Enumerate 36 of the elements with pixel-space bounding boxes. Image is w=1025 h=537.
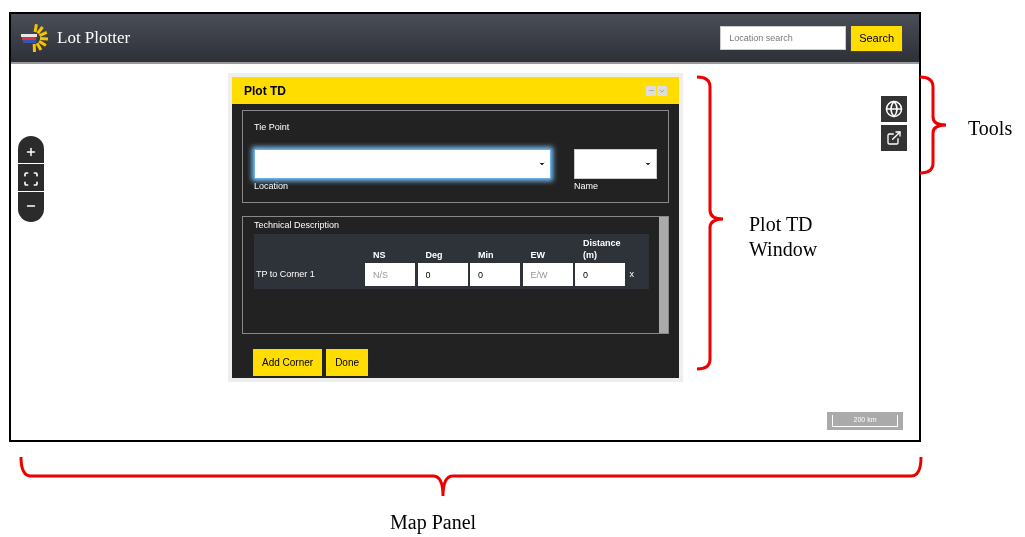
table-input[interactable]: E/W (522, 263, 573, 286)
search-button[interactable]: Search (850, 24, 903, 52)
annotation-label: Map Panel (390, 510, 477, 535)
column-header: Distance (m) (583, 236, 622, 261)
annotation-label: Tools (968, 116, 1013, 141)
table-input[interactable]: 0 (417, 263, 468, 286)
caret-icon (644, 160, 652, 168)
column-header: Min (478, 248, 495, 261)
remove-button[interactable]: x (629, 267, 634, 282)
logo-icon (19, 21, 49, 55)
external-link-button[interactable] (881, 125, 907, 151)
caret-icon (538, 160, 546, 168)
column-header: EW (530, 248, 546, 261)
dropdown-field[interactable] (254, 149, 551, 179)
dropdown-field[interactable] (574, 149, 657, 179)
globe-icon (885, 100, 903, 118)
row-label: TP to Corner 1 (255, 267, 316, 281)
technical-description-legend: Technical Description (254, 219, 668, 233)
column-header: NS (373, 248, 387, 261)
column-header: Deg (425, 248, 444, 261)
plus-icon (25, 145, 37, 158)
action-button[interactable]: Add Corner (253, 349, 323, 376)
action-button[interactable]: Done (326, 349, 369, 376)
tie-point-legend: Tie Point (254, 122, 290, 132)
globe-button[interactable] (881, 96, 907, 122)
table-input[interactable]: 0 (575, 263, 625, 286)
table-input[interactable]: 0 (470, 263, 520, 286)
app-title: Lot Plotter (57, 27, 131, 50)
external-link-icon (886, 130, 902, 146)
window-title: Plot TD (244, 82, 286, 100)
annotation-label: Plot TD Window (749, 212, 819, 262)
search-field[interactable]: Location search (720, 26, 847, 50)
field-label: Name (574, 180, 599, 193)
table-input[interactable]: N/S (365, 263, 415, 286)
field-label: Location (254, 180, 290, 193)
fullscreen-icon (23, 170, 39, 187)
